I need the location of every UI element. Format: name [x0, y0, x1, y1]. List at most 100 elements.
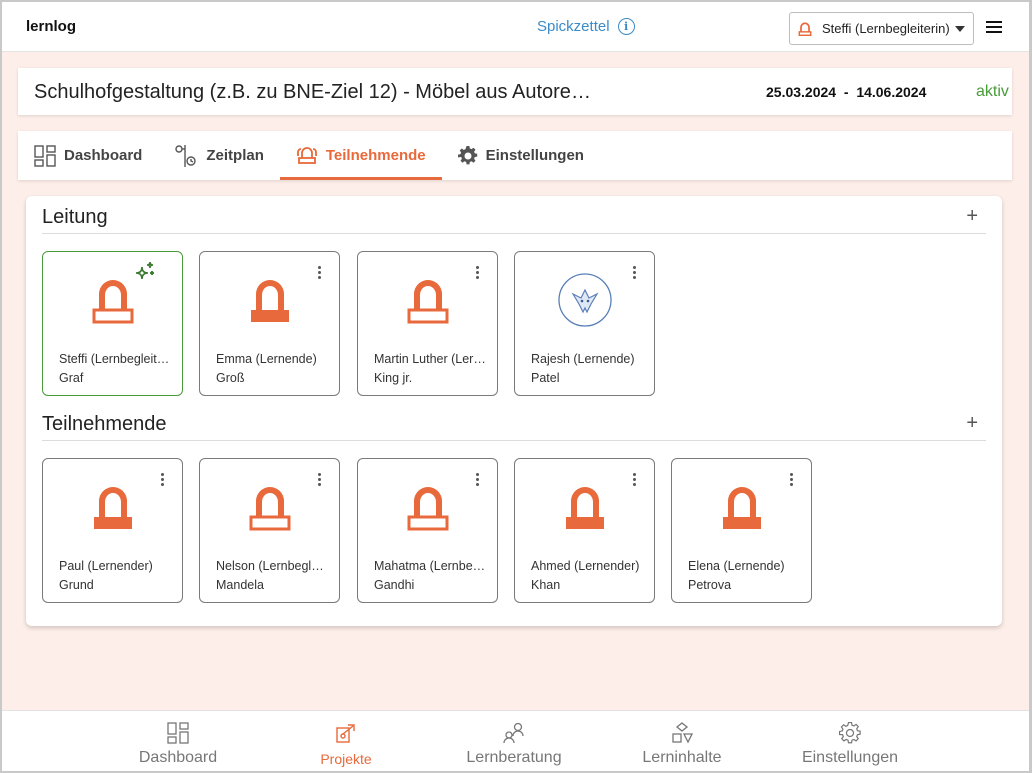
person-icon	[93, 487, 132, 529]
tab-teilnehmende[interactable]: Teilnehmende	[279, 131, 442, 180]
member-card[interactable]: Emma (Lernende) Groß	[199, 251, 340, 396]
more-options-icon[interactable]	[790, 473, 794, 487]
member-card[interactable]: Steffi (Lernbegleiterin) Graf	[42, 251, 183, 396]
participants-icon	[296, 146, 317, 164]
project-title: Schulhofgestaltung (z.B. zu BNE-Ziel 12)…	[34, 81, 594, 103]
shapes-icon	[672, 722, 693, 744]
section-leitung: Leitung +	[42, 196, 986, 234]
dashboard-icon	[34, 144, 56, 167]
spickzettel-label: Spickzettel	[537, 18, 610, 35]
date-end: 14.06.2024	[856, 84, 927, 100]
more-options-icon[interactable]	[318, 473, 322, 487]
add-teilnehmende-button[interactable]: +	[966, 413, 978, 433]
member-name-line2: Grund	[59, 578, 94, 592]
person-icon	[92, 280, 133, 324]
member-card[interactable]: Ahmed (Lernender) Khan	[514, 458, 655, 603]
user-select[interactable]: Steffi (Lernbegleiterin)	[789, 12, 974, 45]
participants-panel: Leitung + Steffi (Lernbegleiterin) Graf	[26, 196, 1002, 626]
member-name-line1: Ahmed (Lernender)	[531, 559, 640, 573]
timeline-icon	[175, 144, 197, 167]
member-name-line1: Elena (Lernende)	[688, 559, 785, 573]
more-options-icon[interactable]	[318, 266, 322, 280]
status-badge: aktiv	[976, 83, 1009, 100]
info-icon: i	[617, 18, 635, 35]
bottom-nav: Dashboard Projekte Lernberatung Lerninha…	[2, 710, 1029, 771]
member-name-line1: Martin Luther (Lernender)	[374, 352, 486, 366]
member-name: Elena (Lernende) Petrova	[688, 557, 800, 595]
member-name-line1: Rajesh (Lernende)	[531, 352, 635, 366]
nav-projekte-label: Projekte	[320, 751, 372, 767]
tab-einstellungen-label: Einstellungen	[485, 147, 584, 164]
user-select-value: Steffi (Lernbegleiterin)	[822, 21, 950, 36]
chevron-down-icon	[955, 26, 965, 32]
member-name-line2: Graf	[59, 371, 84, 385]
section-title: Teilnehmende	[42, 413, 167, 435]
member-name-line2: Petrova	[688, 578, 732, 592]
member-card[interactable]: Rajesh (Lernende) Patel	[514, 251, 655, 396]
person-icon	[565, 487, 604, 529]
member-name-line2: Khan	[531, 578, 561, 592]
tab-zeitplan-label: Zeitplan	[206, 147, 264, 164]
member-name: Rajesh (Lernende) Patel	[531, 350, 643, 388]
member-name: Martin Luther (Lernender) King jr.	[374, 350, 486, 388]
member-name-line1: Paul (Lernender)	[59, 559, 153, 573]
app-frame: lernlog Spickzettel i Steffi (Lernbeglei…	[2, 2, 1029, 771]
more-options-icon[interactable]	[476, 266, 480, 280]
project-dates: 25.03.2024 - 14.06.2024	[766, 84, 926, 100]
member-name: Paul (Lernender) Grund	[59, 557, 171, 595]
member-name-line2: King jr.	[374, 371, 413, 385]
counseling-icon	[503, 722, 524, 744]
project-header: Schulhofgestaltung (z.B. zu BNE-Ziel 12)…	[18, 68, 1012, 115]
person-icon	[249, 487, 290, 531]
nav-lerninhalte-label: Lerninhalte	[642, 749, 722, 766]
app-bar: lernlog Spickzettel i Steffi (Lernbeglei…	[2, 2, 1029, 52]
member-name-line2: Mandela	[216, 578, 264, 592]
nav-lernberatung[interactable]: Lernberatung	[464, 711, 564, 771]
nav-lernberatung-label: Lernberatung	[466, 749, 562, 766]
member-name: Nelson (Lernbegleiter) Mandela	[216, 557, 328, 595]
member-name: Steffi (Lernbegleiterin) Graf	[59, 350, 171, 388]
tab-teilnehmende-label: Teilnehmende	[325, 147, 426, 164]
nav-projekte[interactable]: Projekte	[316, 711, 376, 771]
member-card[interactable]: Elena (Lernende) Petrova	[671, 458, 812, 603]
member-name: Mahatma (Lernbegleiter) Gandhi	[374, 557, 486, 595]
nav-dashboard[interactable]: Dashboard	[138, 711, 218, 771]
app-logo[interactable]: lernlog	[26, 18, 76, 35]
nav-einstellungen-label: Einstellungen	[801, 749, 899, 766]
add-leitung-button[interactable]: +	[966, 206, 978, 226]
dashboard-icon	[167, 722, 189, 744]
member-name-line2: Patel	[531, 371, 560, 385]
member-card[interactable]: Martin Luther (Lernender) King jr.	[357, 251, 498, 396]
member-name-line1: Mahatma (Lernbegleiter)	[374, 559, 486, 573]
project-tabs: Dashboard Zeitplan Teilnehmende Einstell…	[18, 131, 1012, 180]
person-icon	[722, 487, 761, 529]
tab-zeitplan[interactable]: Zeitplan	[158, 131, 280, 180]
projects-icon	[336, 724, 355, 743]
menu-icon[interactable]	[986, 21, 1002, 34]
member-name-line1: Steffi (Lernbegleiterin)	[59, 352, 171, 366]
nav-lerninhalte[interactable]: Lerninhalte	[640, 711, 724, 771]
member-card[interactable]: Mahatma (Lernbegleiter) Gandhi	[357, 458, 498, 603]
more-options-icon[interactable]	[476, 473, 480, 487]
person-icon	[407, 280, 448, 324]
member-name: Ahmed (Lernender) Khan	[531, 557, 643, 595]
more-options-icon[interactable]	[161, 473, 165, 487]
tab-dashboard-label: Dashboard	[64, 147, 143, 164]
gear-icon	[839, 721, 861, 744]
tab-dashboard[interactable]: Dashboard	[18, 131, 158, 180]
person-icon	[407, 487, 448, 531]
more-options-icon[interactable]	[633, 266, 637, 280]
gear-icon	[457, 145, 477, 164]
nav-einstellungen[interactable]: Einstellungen	[800, 711, 900, 771]
spickzettel-link[interactable]: Spickzettel i	[537, 18, 635, 35]
member-card[interactable]: Nelson (Lernbegleiter) Mandela	[199, 458, 340, 603]
section-title: Leitung	[42, 206, 108, 228]
member-name-line2: Gandhi	[374, 578, 415, 592]
date-separator: -	[843, 84, 849, 100]
nav-dashboard-label: Dashboard	[138, 749, 218, 766]
person-icon	[798, 21, 812, 36]
member-card[interactable]: Paul (Lernender) Grund	[42, 458, 183, 603]
member-name-line2: Groß	[216, 371, 245, 385]
more-options-icon[interactable]	[633, 473, 637, 487]
tab-einstellungen[interactable]: Einstellungen	[442, 131, 600, 180]
